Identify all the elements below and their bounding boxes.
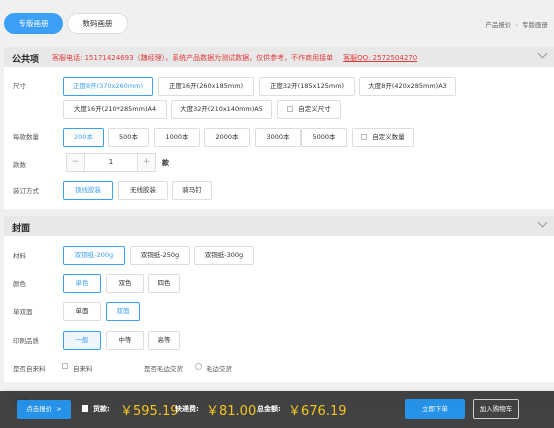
sides-option[interactable]: 双面 bbox=[106, 302, 140, 321]
color-option[interactable]: 双色 bbox=[106, 274, 144, 293]
styles-row: − 1 + 款 bbox=[4, 153, 204, 173]
cover-section-header[interactable]: 封面 bbox=[4, 216, 554, 236]
section-title: 公共项 bbox=[12, 55, 40, 65]
quote-button[interactable]: 点击报价 > bbox=[17, 400, 71, 419]
service-phone: 客服电话: 15171424693（魏经理），系统产品数据为测试数据，仅供参考，… bbox=[52, 54, 334, 62]
document-icon bbox=[82, 405, 88, 412]
top-bar: 专版画册 数码画册 产品报价 › 专版画册 bbox=[0, 0, 554, 40]
size-option[interactable]: 大度8开(420x285mm)A3 bbox=[359, 77, 456, 96]
shipping-price: ￥81.00 bbox=[206, 404, 257, 419]
total-label: 总金额: bbox=[257, 405, 281, 413]
edge-radio[interactable] bbox=[195, 363, 202, 370]
goods-label: 货款: bbox=[93, 405, 110, 413]
custom-size-label: 自定义尺寸 bbox=[298, 105, 331, 113]
order-now-button[interactable]: 立即下单 bbox=[405, 399, 465, 419]
material-option[interactable]: 双铜纸-200g bbox=[63, 246, 125, 265]
quality-option[interactable]: 高等 bbox=[148, 331, 180, 350]
size-option[interactable]: 正度32开(185x125mm) bbox=[259, 77, 355, 96]
service-qq-link[interactable]: 客服QQ: 2572504270 bbox=[343, 54, 417, 62]
color-option[interactable]: 四色 bbox=[148, 274, 180, 293]
custom-quantity-label: 自定义数量 bbox=[372, 133, 405, 141]
shipping-label: 快递费: bbox=[175, 405, 199, 413]
quantity-option[interactable]: 2000本 bbox=[204, 128, 250, 147]
quote-button-label: 点击报价 bbox=[26, 405, 53, 413]
minus-button[interactable]: − bbox=[67, 154, 85, 171]
quantity-label: 每款数量 bbox=[13, 133, 39, 141]
edge-check-label[interactable]: 毛边交货 bbox=[206, 363, 232, 373]
goods-price: ￥595.19 bbox=[120, 404, 179, 419]
notice-text: 客服电话: 15171424693（魏经理），系统产品数据为测试数据，仅供参考，… bbox=[52, 53, 417, 63]
cover-section-body: 材料 双铜纸-200g 双铜纸-250g 双铜纸-300g 颜色 单色 双色 四… bbox=[4, 236, 554, 382]
material-option[interactable]: 双铜纸-250g bbox=[130, 246, 190, 265]
bottom-bar: 点击报价 > 货款: ￥595.19 快递费: ￥81.00 总金额: ￥676.… bbox=[0, 391, 554, 428]
material-label: 材料 bbox=[13, 252, 26, 260]
size-option[interactable]: 正度8开(370x260mm) bbox=[63, 77, 153, 96]
quantity-option[interactable]: 1000本 bbox=[154, 128, 200, 147]
binding-option[interactable]: 锁线胶装 bbox=[63, 181, 113, 200]
common-section-body: 尺寸 正度8开(370x260mm) 正度16开(260x185mm) 正度32… bbox=[4, 67, 554, 209]
checkbox-icon bbox=[361, 134, 368, 140]
arrow-right-icon: > bbox=[56, 405, 62, 413]
color-label: 颜色 bbox=[13, 280, 26, 288]
plus-button[interactable]: + bbox=[137, 154, 155, 171]
own-material-label: 是否自来料 bbox=[13, 365, 46, 373]
sides-option[interactable]: 单面 bbox=[63, 302, 101, 321]
sides-label: 单双面 bbox=[13, 308, 33, 316]
breadcrumb: 产品报价 › 专版画册 bbox=[485, 19, 548, 29]
custom-quantity-option[interactable]: 自定义数量 bbox=[352, 128, 414, 147]
own-material-check-label[interactable]: 自来料 bbox=[73, 363, 93, 373]
size-option[interactable]: 正度16开(260x185mm) bbox=[158, 77, 254, 96]
common-section-header[interactable]: 公共项 客服电话: 15171424693（魏经理），系统产品数据为测试数据，仅… bbox=[4, 47, 554, 67]
quantity-option[interactable]: 5000本 bbox=[301, 128, 347, 147]
chevron-down-icon[interactable] bbox=[537, 217, 548, 228]
binding-option[interactable]: 无线胶装 bbox=[118, 181, 168, 200]
stepper-value[interactable]: 1 bbox=[85, 154, 137, 171]
size-option[interactable]: 大度16开(210*285mm)A4 bbox=[63, 100, 167, 119]
styles-unit: 款 bbox=[162, 159, 169, 167]
chevron-down-icon[interactable] bbox=[537, 48, 548, 59]
custom-size-option[interactable]: 自定义尺寸 bbox=[277, 100, 341, 119]
tab-digital-album[interactable]: 数码画册 bbox=[67, 13, 128, 34]
edge-label: 是否毛边交货 bbox=[144, 365, 183, 373]
breadcrumb-separator: › bbox=[515, 21, 518, 29]
binding-option[interactable]: 骑马钉 bbox=[172, 181, 212, 200]
color-option[interactable]: 单色 bbox=[63, 274, 101, 293]
quantity-option[interactable]: 3000本 bbox=[255, 128, 301, 147]
section-title: 封面 bbox=[12, 224, 31, 234]
quantity-option[interactable]: 200本 bbox=[63, 128, 104, 147]
size-option[interactable]: 大度32开(210x140mm)A5 bbox=[171, 100, 272, 119]
own-material-checkbox[interactable] bbox=[62, 363, 68, 369]
quality-option[interactable]: 一般 bbox=[63, 331, 101, 350]
quantity-option[interactable]: 500本 bbox=[108, 128, 149, 147]
quality-label: 印刷品质 bbox=[13, 337, 39, 345]
breadcrumb-parent[interactable]: 产品报价 bbox=[485, 21, 511, 29]
breadcrumb-current: 专版画册 bbox=[522, 21, 548, 29]
checkbox-icon bbox=[287, 106, 294, 112]
quantity-stepper: − 1 + bbox=[66, 153, 156, 172]
tab-pro-album[interactable]: 专版画册 bbox=[4, 13, 63, 34]
size-label: 尺寸 bbox=[13, 82, 26, 90]
material-option[interactable]: 双铜纸-300g bbox=[194, 246, 254, 265]
binding-label: 装订方式 bbox=[13, 187, 39, 195]
total-price: ￥676.19 bbox=[288, 404, 347, 419]
quality-option[interactable]: 中等 bbox=[106, 331, 144, 350]
add-to-cart-button[interactable]: 加入购物车 bbox=[473, 399, 519, 419]
